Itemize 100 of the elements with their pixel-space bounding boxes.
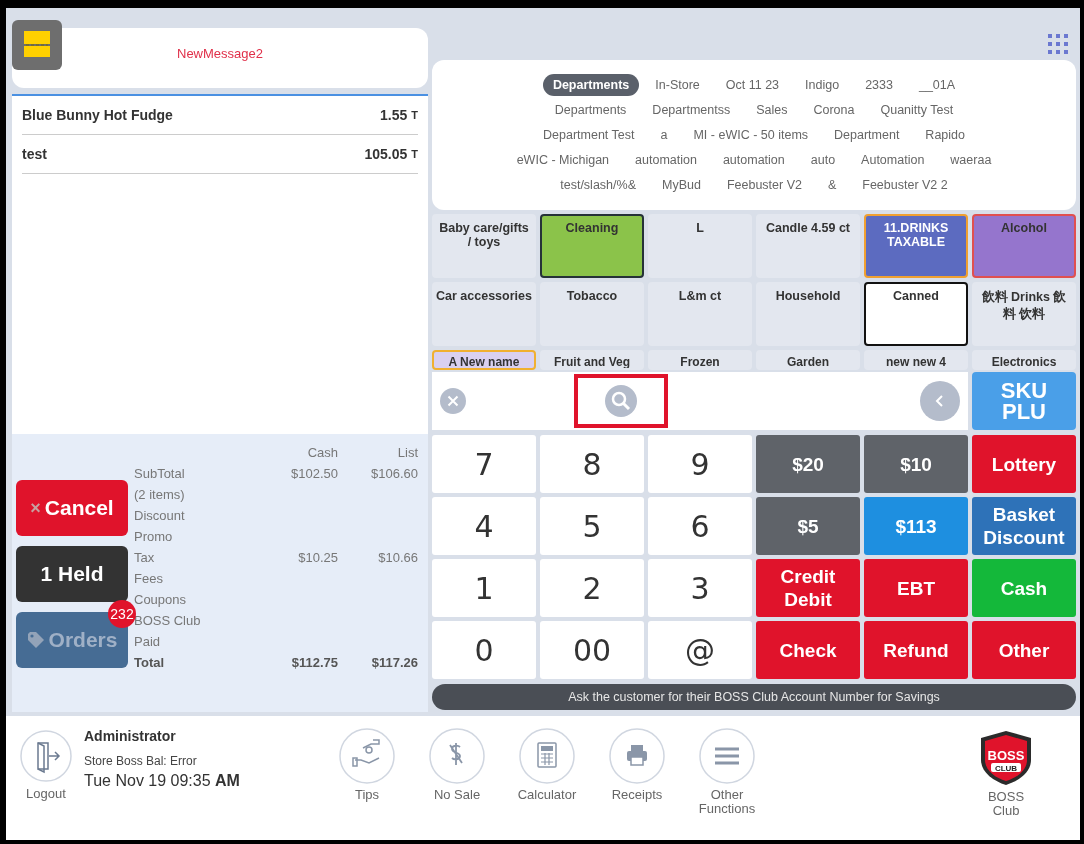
list-amount: $117.26 bbox=[370, 655, 418, 670]
toolbar-button[interactable]: Calculator bbox=[506, 728, 588, 816]
drawer-button[interactable] bbox=[12, 20, 62, 70]
toolbar-button[interactable]: Receipts bbox=[596, 728, 678, 816]
department-tab[interactable]: In-Store bbox=[645, 74, 710, 96]
total-label: Total bbox=[134, 655, 166, 670]
tender-button[interactable]: Refund bbox=[864, 621, 968, 679]
department-button[interactable]: Garden bbox=[756, 350, 860, 370]
department-tab[interactable]: eWIC - Michigan bbox=[506, 149, 620, 171]
department-button[interactable]: Car accessories bbox=[432, 282, 536, 346]
department-button[interactable]: 飲料 Drinks 飲料 饮料 bbox=[972, 282, 1076, 346]
tender-button[interactable]: EBT bbox=[864, 559, 968, 617]
department-tab[interactable]: Corona bbox=[803, 99, 865, 121]
department-tab[interactable]: Indigo bbox=[795, 74, 850, 96]
tender-button[interactable]: $10 bbox=[864, 435, 968, 493]
total-label: Tax bbox=[134, 550, 156, 565]
department-tab[interactable]: automation bbox=[625, 149, 707, 171]
keypad-key[interactable]: 8 bbox=[540, 435, 644, 493]
department-button[interactable]: Baby care/gifts / toys bbox=[432, 214, 536, 278]
department-tab[interactable]: MI - eWIC - 50 items bbox=[683, 124, 819, 146]
tender-button[interactable]: $113 bbox=[864, 497, 968, 555]
tax-label: T bbox=[411, 148, 418, 160]
keypad-key[interactable]: 0 bbox=[432, 621, 536, 679]
department-button[interactable]: L bbox=[648, 214, 752, 278]
cash-amount: $112.75 bbox=[290, 655, 338, 670]
department-button[interactable]: Household bbox=[756, 282, 860, 346]
keypad-key[interactable]: @ bbox=[648, 621, 752, 679]
department-tab[interactable]: __01A bbox=[908, 74, 966, 96]
clear-icon[interactable] bbox=[440, 388, 466, 414]
department-tab[interactable]: automation bbox=[712, 149, 795, 171]
department-button[interactable]: Alcohol bbox=[972, 214, 1076, 278]
column-header: List bbox=[396, 444, 418, 462]
department-button[interactable]: Fruit and Veg bbox=[540, 350, 644, 370]
keypad-key[interactable]: 5 bbox=[540, 497, 644, 555]
tender-button[interactable]: Lottery bbox=[972, 435, 1076, 493]
keypad-key[interactable]: 2 bbox=[540, 559, 644, 617]
department-tab[interactable]: Sales bbox=[746, 99, 798, 121]
keypad-key[interactable]: 1 bbox=[432, 559, 536, 617]
department-tab[interactable]: Department Test bbox=[533, 124, 645, 146]
department-tab[interactable]: test/slash/%& bbox=[550, 174, 646, 196]
keypad-key[interactable]: 00 bbox=[540, 621, 644, 679]
apps-grid-icon[interactable] bbox=[1046, 32, 1070, 56]
search-button[interactable] bbox=[574, 374, 668, 428]
department-tab[interactable]: Feebuster V2 bbox=[716, 174, 812, 196]
tender-button[interactable]: Other bbox=[972, 621, 1076, 679]
held-button[interactable]: 1 Held bbox=[16, 546, 128, 602]
toolbar-button[interactable]: Tips bbox=[326, 728, 408, 816]
department-tab[interactable]: Departments bbox=[542, 74, 640, 96]
keypad-key[interactable]: 9 bbox=[648, 435, 752, 493]
department-button[interactable]: 11.DRINKS TAXABLE bbox=[864, 214, 968, 278]
item-name[interactable]: test bbox=[22, 146, 365, 162]
keypad-key[interactable]: 6 bbox=[648, 497, 752, 555]
back-icon[interactable] bbox=[920, 381, 960, 421]
department-button[interactable]: A New name bbox=[432, 350, 536, 370]
department-button[interactable]: new new 4 bbox=[864, 350, 968, 370]
department-tab[interactable]: auto bbox=[800, 149, 846, 171]
cancel-button[interactable]: × Cancel bbox=[16, 480, 128, 536]
cash-amount: $102.50 bbox=[290, 466, 338, 481]
department-tab[interactable]: 2333 bbox=[855, 74, 903, 96]
department-tab[interactable]: MyBud bbox=[652, 174, 711, 196]
department-button[interactable]: Candle 4.59 ct bbox=[756, 214, 860, 278]
tender-button[interactable]: $20 bbox=[756, 435, 860, 493]
department-button[interactable]: Frozen bbox=[648, 350, 752, 370]
department-tab[interactable]: Departments bbox=[544, 99, 637, 121]
toolbar-button[interactable]: Other Functions bbox=[686, 728, 768, 816]
no-dollar-icon bbox=[429, 728, 485, 784]
department-tab[interactable]: Department bbox=[824, 124, 910, 146]
tender-button[interactable]: Basket Discount bbox=[972, 497, 1076, 555]
department-tab[interactable]: Quanitty Test bbox=[870, 99, 964, 121]
department-tab[interactable]: waeraa bbox=[940, 149, 1002, 171]
total-label: Promo bbox=[134, 529, 174, 544]
message-text: NewMessage2 bbox=[176, 45, 264, 61]
toolbar-button[interactable]: No Sale bbox=[416, 728, 498, 816]
department-button[interactable]: Electronics bbox=[972, 350, 1076, 370]
department-tab[interactable]: Oct 11 23 bbox=[715, 74, 790, 96]
item-name[interactable]: Blue Bunny Hot Fudge bbox=[22, 107, 380, 123]
department-button[interactable]: Canned bbox=[864, 282, 968, 346]
logout-button[interactable]: Logout bbox=[20, 730, 72, 801]
calculator-icon bbox=[519, 728, 575, 784]
boss-club-button[interactable]: BOSS CLUB BOSS Club bbox=[974, 730, 1038, 818]
printer-icon bbox=[609, 728, 665, 784]
tender-button[interactable]: Check bbox=[756, 621, 860, 679]
department-button[interactable]: Tobacco bbox=[540, 282, 644, 346]
logout-icon bbox=[20, 730, 72, 782]
department-button[interactable]: Cleaning bbox=[540, 214, 644, 278]
department-tab[interactable]: Rapido bbox=[915, 124, 975, 146]
user-name: Administrator bbox=[84, 728, 177, 744]
department-tab[interactable]: Departmentss bbox=[642, 99, 741, 121]
department-button[interactable]: L&m ct bbox=[648, 282, 752, 346]
keypad-key[interactable]: 7 bbox=[432, 435, 536, 493]
keypad-key[interactable]: 4 bbox=[432, 497, 536, 555]
department-tab[interactable]: Automation bbox=[851, 149, 935, 171]
keypad-key[interactable]: 3 bbox=[648, 559, 752, 617]
department-tab[interactable]: & bbox=[817, 174, 847, 196]
tender-button[interactable]: $5 bbox=[756, 497, 860, 555]
tender-button[interactable]: Credit Debit bbox=[756, 559, 860, 617]
search-field[interactable] bbox=[432, 372, 968, 430]
department-tab[interactable]: a bbox=[650, 124, 678, 146]
menu-icon bbox=[699, 728, 755, 784]
department-tab[interactable]: Feebuster V2 2 bbox=[852, 174, 958, 196]
